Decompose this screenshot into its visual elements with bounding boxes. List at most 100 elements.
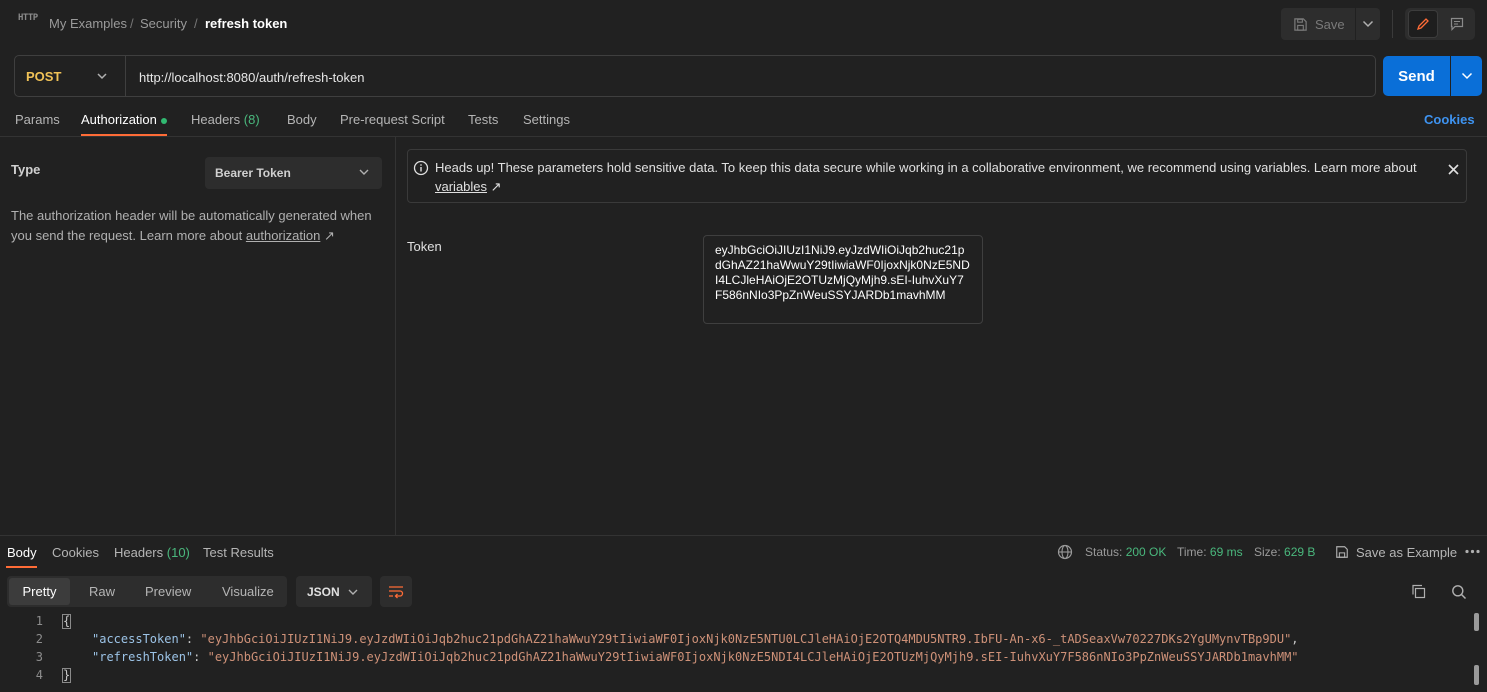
view-pretty-button[interactable]: Pretty bbox=[9, 578, 70, 605]
time-label: Time: bbox=[1177, 545, 1207, 559]
horizontal-scrollbar-thumb[interactable] bbox=[1474, 665, 1479, 685]
breadcrumb-current: refresh token bbox=[205, 16, 288, 31]
format-select[interactable]: JSON bbox=[296, 576, 372, 607]
tab-body[interactable]: Body bbox=[287, 112, 317, 127]
pencil-icon bbox=[1416, 18, 1429, 31]
edit-mode-button[interactable] bbox=[1408, 10, 1438, 38]
line-number: 1 bbox=[35, 614, 43, 628]
save-as-example-button[interactable]: Save as Example bbox=[1356, 545, 1457, 560]
tab-authorization-label: Authorization bbox=[81, 112, 157, 127]
tab-settings[interactable]: Settings bbox=[523, 112, 570, 127]
info-icon bbox=[413, 160, 429, 176]
status-label: Status: bbox=[1085, 545, 1123, 559]
json-open-brace: { bbox=[62, 614, 72, 629]
chevron-down-icon bbox=[1461, 72, 1472, 80]
url-input[interactable] bbox=[139, 68, 1339, 86]
globe-icon[interactable] bbox=[1057, 544, 1073, 560]
active-indicator-dot bbox=[160, 117, 167, 124]
tab-params[interactable]: Params bbox=[15, 112, 60, 127]
tab-headers-count: (8) bbox=[243, 112, 260, 127]
save-icon bbox=[1294, 17, 1307, 31]
tab-authorization[interactable]: Authorization bbox=[81, 112, 167, 127]
response-time: Time: 69 ms bbox=[1177, 545, 1243, 559]
auth-type-select[interactable]: Bearer Token bbox=[205, 157, 382, 189]
response-status: Status: 200 OK bbox=[1085, 545, 1166, 559]
external-link-icon: ↗ bbox=[320, 228, 335, 243]
save-icon bbox=[1336, 546, 1348, 558]
auth-description: The authorization header will be automat… bbox=[11, 206, 381, 246]
search-icon[interactable] bbox=[1451, 584, 1467, 600]
response-tab-test-results[interactable]: Test Results bbox=[203, 545, 274, 560]
http-app-icon: HTTP bbox=[18, 13, 38, 23]
tab-tests[interactable]: Tests bbox=[468, 112, 498, 127]
method-select[interactable]: POST bbox=[26, 69, 61, 84]
breadcrumb-my-examples[interactable]: My Examples bbox=[49, 16, 127, 31]
save-label: Save bbox=[1315, 16, 1345, 32]
json-key-access-token: "accessToken" bbox=[92, 632, 186, 646]
json-colon: : bbox=[185, 632, 201, 646]
close-icon[interactable] bbox=[1446, 162, 1461, 177]
panel-divider bbox=[395, 137, 396, 535]
json-comma: , bbox=[1291, 632, 1299, 646]
view-preview-button[interactable]: Preview bbox=[145, 584, 191, 599]
chevron-down-icon bbox=[1362, 20, 1374, 28]
status-value: 200 OK bbox=[1125, 545, 1167, 559]
line-number: 4 bbox=[35, 668, 43, 682]
size-value: 629 B bbox=[1284, 545, 1316, 559]
token-label: Token bbox=[407, 239, 442, 254]
chevron-down-icon[interactable] bbox=[96, 70, 108, 82]
cookies-link[interactable]: Cookies bbox=[1424, 112, 1475, 127]
wrap-lines-button[interactable] bbox=[380, 576, 412, 607]
response-tab-cookies[interactable]: Cookies bbox=[52, 545, 99, 560]
code-line-2: "accessToken": "eyJhbGciOiJIUzI1NiJ9.eyJ… bbox=[92, 632, 1299, 646]
copy-icon[interactable] bbox=[1411, 584, 1426, 599]
token-input[interactable]: eyJhbGciOiJIUzI1NiJ9.eyJzdWIiOiJqb2huc21… bbox=[703, 235, 983, 324]
external-link-icon: ↗ bbox=[487, 179, 502, 194]
chevron-down-icon bbox=[348, 589, 358, 595]
breadcrumb-separator: / bbox=[130, 16, 134, 31]
response-divider bbox=[0, 535, 1487, 536]
tabs-divider bbox=[0, 136, 1487, 137]
code-line-3: "refreshToken": "eyJhbGciOiJIUzI1NiJ9.ey… bbox=[92, 650, 1299, 664]
response-tab-headers-label: Headers bbox=[114, 545, 164, 560]
variables-learn-more-link[interactable]: variables bbox=[435, 179, 487, 194]
time-value: 69 ms bbox=[1209, 545, 1243, 559]
view-raw-button[interactable]: Raw bbox=[89, 584, 115, 599]
line-number: 2 bbox=[35, 632, 43, 646]
authorization-learn-more-link[interactable]: authorization bbox=[246, 228, 320, 243]
json-value-refresh-token: "eyJhbGciOiJIUzI1NiJ9.eyJzdWIiOiJqb2huc2… bbox=[207, 650, 1299, 664]
toolbar-divider bbox=[1392, 10, 1393, 38]
size-label: Size: bbox=[1254, 545, 1281, 559]
save-button[interactable]: Save bbox=[1281, 8, 1355, 40]
notice-message: Heads up! These parameters hold sensitiv… bbox=[435, 160, 1417, 175]
comment-icon bbox=[1450, 17, 1464, 31]
wrap-icon bbox=[389, 585, 404, 598]
tab-headers-label: Headers bbox=[191, 112, 241, 127]
active-response-tab-underline bbox=[6, 566, 37, 568]
breadcrumb-security[interactable]: Security bbox=[140, 16, 187, 31]
comment-mode-button[interactable] bbox=[1442, 10, 1472, 38]
json-value-access-token: "eyJhbGciOiJIUzI1NiJ9.eyJzdWIiOiJqb2huc2… bbox=[200, 632, 1292, 646]
url-divider bbox=[125, 56, 126, 96]
more-icon[interactable] bbox=[1465, 549, 1480, 554]
response-tab-headers[interactable]: Headers (10) bbox=[114, 545, 190, 560]
notice-text: Heads up! These parameters hold sensitiv… bbox=[435, 158, 1425, 196]
auth-type-value: Bearer Token bbox=[215, 166, 291, 180]
response-tab-body[interactable]: Body bbox=[7, 545, 37, 560]
tab-headers[interactable]: Headers (8) bbox=[191, 112, 260, 127]
response-tab-headers-count: (10) bbox=[166, 545, 190, 560]
view-visualize-button[interactable]: Visualize bbox=[222, 584, 274, 599]
send-button[interactable]: Send bbox=[1383, 56, 1450, 96]
format-value: JSON bbox=[307, 584, 340, 599]
json-close-brace: } bbox=[62, 668, 72, 683]
response-size: Size: 629 B bbox=[1254, 545, 1315, 559]
vertical-scrollbar-thumb[interactable] bbox=[1474, 613, 1479, 631]
tab-pre-request-script[interactable]: Pre-request Script bbox=[340, 112, 445, 127]
save-options-button[interactable] bbox=[1356, 8, 1380, 40]
breadcrumb-separator: / bbox=[194, 16, 198, 31]
json-key-refresh-token: "refreshToken" bbox=[92, 650, 194, 664]
send-options-button[interactable] bbox=[1451, 56, 1482, 96]
line-number: 3 bbox=[35, 650, 43, 664]
code-line-4: } bbox=[62, 668, 72, 683]
auth-type-label: Type bbox=[11, 162, 41, 177]
